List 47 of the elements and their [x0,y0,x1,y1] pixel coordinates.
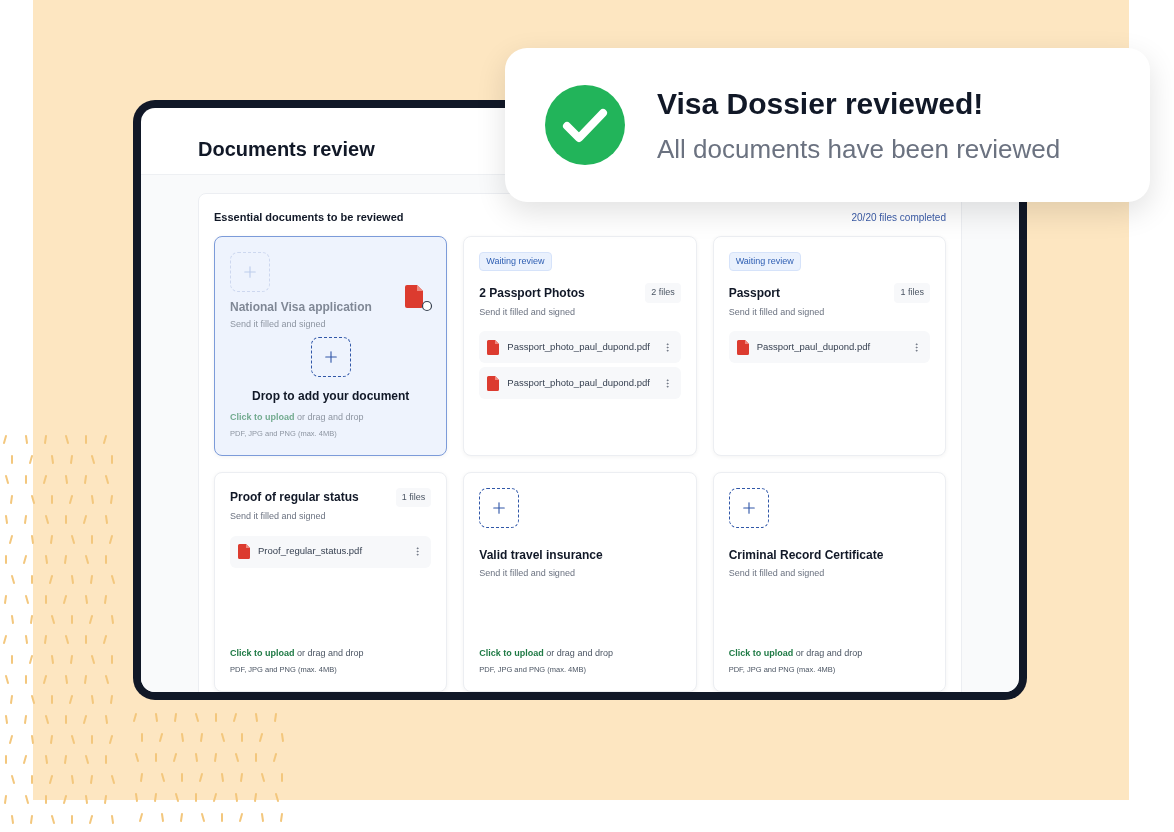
check-circle-icon [545,85,625,165]
upload-link[interactable]: Click to upload [230,647,295,658]
toast-title: Visa Dossier reviewed! [657,86,985,122]
file-name: Passport_paul_dupond.pdf [756,339,872,354]
status-badge: Waiting review [479,251,552,271]
upload-hint: Click to upload or drag and drop [728,646,863,660]
card-subtitle: Send it filled and signed [479,566,576,580]
page-title: Documents review [198,137,375,162]
add-document-button[interactable] [479,487,520,528]
upload-link[interactable]: Click to upload [728,647,794,658]
file-name: Proof_regular_status.pdf [258,544,364,559]
file-row[interactable]: Passport_photo_paul_dupond.pdf [479,367,681,399]
card-title: Criminal Record Certificate [728,546,884,564]
add-document-button[interactable] [728,487,769,528]
section-title: Essential documents to be reviewed [214,210,404,225]
progress-text: 20/20 files completed [851,210,946,225]
file-count: 1 files [395,487,432,507]
upload-hint: Click to upload or drag and drop [479,646,613,660]
upload-link[interactable]: Click to upload [479,647,544,658]
file-count: 1 files [894,283,930,303]
pdf-file-icon [736,339,749,355]
card-title: Passport [728,284,780,302]
card-subtitle: Send it filled and signed [479,305,576,319]
file-name: Passport_photo_paul_dupond.pdf [507,339,651,354]
pdf-file-icon [487,339,500,355]
toast-message: All documents have been reviewed [657,133,1061,166]
card-title: National Visa application [230,298,372,316]
dragged-pdf-icon [405,284,433,313]
file-name: Passport_photo_paul_dupond.pdf [507,375,651,390]
drop-target-icon [310,337,351,377]
card-subtitle: Send it filled and signed [728,566,826,580]
drop-label: Drop to add your document [252,388,410,405]
status-badge: Waiting review [728,251,801,271]
upload-hint: Click to upload or drag and drop [230,410,364,424]
card-subtitle: Send it filled and signed [728,305,826,319]
upload-hint: Click to upload or drag and drop [230,646,364,660]
file-row[interactable]: Passport_paul_dupond.pdf [728,331,930,363]
card-subtitle: Send it filled and signed [230,510,327,523]
file-count: 2 files [645,283,681,303]
file-row[interactable]: Passport_photo_paul_dupond.pdf [479,331,681,363]
pdf-file-icon [487,375,500,391]
pdf-file-icon [238,544,250,559]
card-title: Proof of regular status [230,489,359,507]
card-title: 2 Passport Photos [479,284,585,302]
card-subtitle: Send it filled and signed [230,317,326,331]
file-row[interactable]: Proof_regular_status.pdf [230,535,432,568]
card-title: Valid travel insurance [479,546,603,564]
